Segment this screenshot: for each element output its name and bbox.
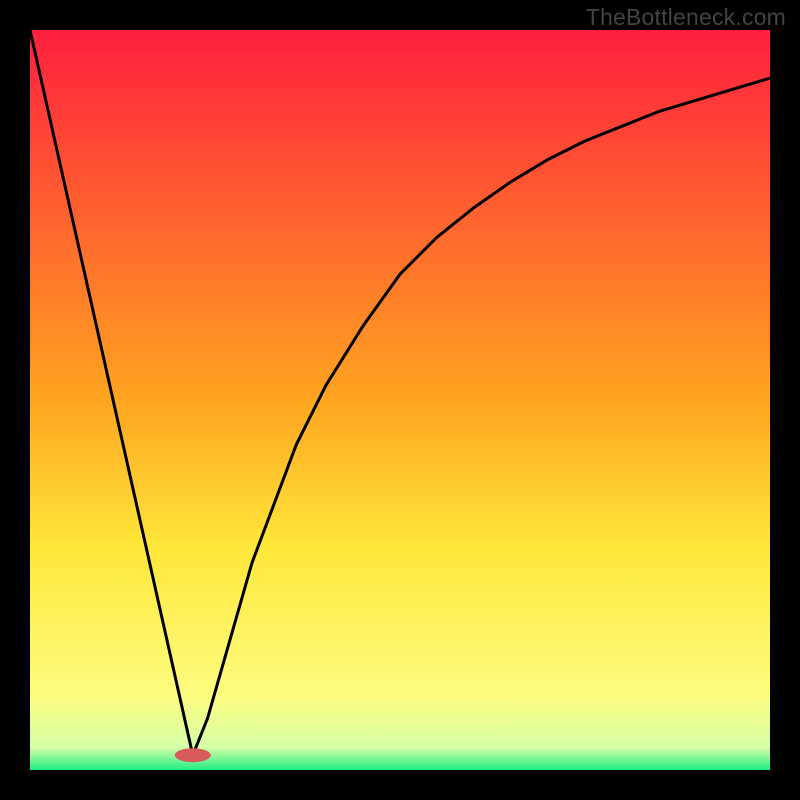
watermark-text: TheBottleneck.com [586, 4, 786, 31]
chart-svg [30, 30, 770, 770]
chart-frame: TheBottleneck.com [0, 0, 800, 800]
plot-area [30, 30, 770, 770]
gradient-background [30, 30, 770, 770]
touchdown-marker [175, 748, 211, 762]
